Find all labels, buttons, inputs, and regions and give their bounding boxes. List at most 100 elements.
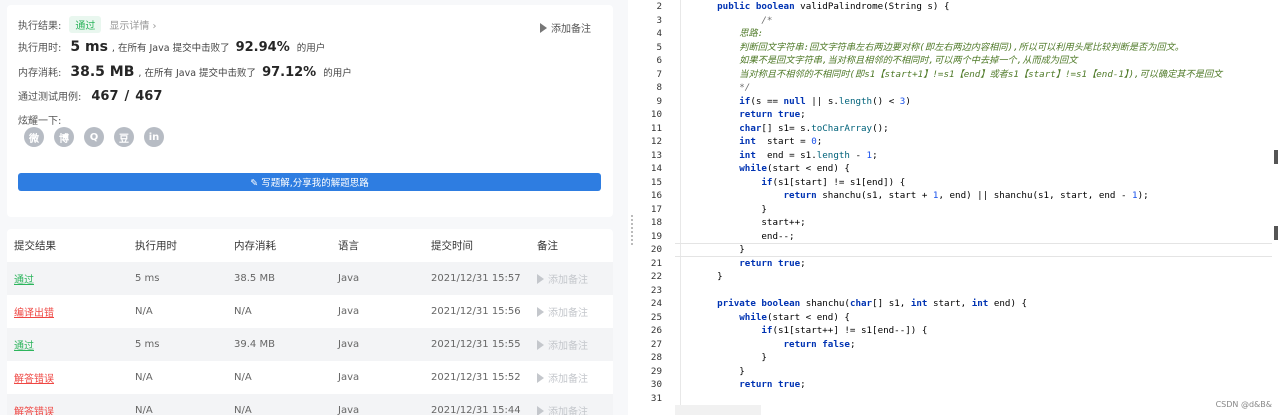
- submissions-table: 提交结果 执行用时 内存消耗 语言 提交时间 备注 通过 5 ms 38.5 M…: [7, 229, 613, 415]
- code-line[interactable]: 19 end--;: [638, 230, 1280, 244]
- add-note-button[interactable]: 添加备注: [540, 20, 591, 35]
- line-number: 17: [650, 203, 662, 215]
- code-line[interactable]: 23: [638, 284, 1280, 298]
- code-text: int start = 0;: [739, 136, 823, 147]
- pane-splitter[interactable]: [628, 0, 638, 415]
- row-memory: N/A: [234, 372, 252, 383]
- code-line[interactable]: 18 start++;: [638, 216, 1280, 230]
- code-line[interactable]: 6 如果不是回文字符串,当对称且相邻的不相同时,可以两个中去掉一个,从而成为回文: [638, 54, 1280, 68]
- submission-panel: 执行结果: 通过 显示详情 › 添加备注 执行用时: 5 ms , 在所有 Ja…: [0, 0, 622, 415]
- tests-passed: 467: [91, 89, 119, 104]
- qq-icon[interactable]: Q: [84, 127, 104, 147]
- code-text: return true;: [739, 257, 806, 269]
- memory-suffix: 的用户: [323, 68, 352, 79]
- code-line[interactable]: 17 }: [638, 203, 1280, 217]
- runtime-text: , 在所有 Java 提交中击败了: [111, 43, 230, 54]
- flag-icon: [537, 273, 544, 284]
- row-status[interactable]: 解答错误: [14, 370, 54, 385]
- show-details-link[interactable]: 显示详情 ›: [109, 17, 156, 32]
- code-line[interactable]: 20 }: [638, 243, 1280, 257]
- add-note-label: 添加备注: [551, 24, 591, 35]
- code-line[interactable]: 2 public boolean validPalindrome(String …: [638, 0, 1280, 14]
- code-text: if(s == null || s.length() < 3): [739, 95, 911, 107]
- line-number: 28: [650, 352, 662, 363]
- header-runtime: 执行用时: [135, 240, 177, 252]
- code-line[interactable]: 7 当对称且不相邻的不相同时(即s1【start+1】!=s1【end】或者s1…: [638, 68, 1280, 82]
- code-text: return false;: [783, 338, 856, 350]
- share-label: 炫耀一下:: [18, 116, 62, 127]
- line-number: 31: [650, 392, 662, 404]
- code-line[interactable]: 28 }: [638, 351, 1280, 365]
- code-line[interactable]: 22 }: [638, 270, 1280, 284]
- editor-scrollbar[interactable]: [1272, 0, 1280, 415]
- code-line[interactable]: 8 */: [638, 81, 1280, 95]
- linkedin-icon[interactable]: in: [144, 127, 164, 147]
- code-line[interactable]: 30 return true;: [638, 378, 1280, 392]
- header-note: 备注: [537, 240, 558, 252]
- line-number: 24: [650, 298, 662, 309]
- flag-icon: [537, 306, 544, 317]
- code-line[interactable]: 5 判断回文字符串:回文字符串左右两边要对称(即左右两边内容相同),所以可以利用…: [638, 41, 1280, 55]
- table-row: 通过 5 ms 38.5 MB Java 2021/12/31 15:57 添加…: [7, 262, 613, 295]
- table-row: 通过 5 ms 39.4 MB Java 2021/12/31 15:55 添加…: [7, 328, 613, 361]
- line-number: 21: [650, 257, 662, 269]
- code-line[interactable]: 27 return false;: [638, 338, 1280, 352]
- row-add-note-button[interactable]: 添加备注: [537, 370, 588, 385]
- code-line[interactable]: 25 while(start < end) {: [638, 311, 1280, 325]
- row-date: 2021/12/31 15:44: [431, 405, 521, 415]
- row-add-note-button[interactable]: 添加备注: [537, 271, 588, 286]
- code-text: start++;: [695, 217, 806, 228]
- status-row: 执行结果: 通过 显示详情 ›: [18, 16, 157, 33]
- code-text: }: [695, 365, 745, 377]
- row-add-note-button[interactable]: 添加备注: [537, 337, 588, 352]
- runtime-value: 5 ms: [70, 39, 108, 55]
- row-add-note-button[interactable]: 添加备注: [537, 403, 588, 415]
- row-add-note-button[interactable]: 添加备注: [537, 304, 588, 319]
- code-text: /*: [695, 14, 773, 26]
- memory-label: 内存消耗:: [18, 68, 62, 79]
- row-note-label: 添加备注: [548, 308, 588, 319]
- weibo-icon[interactable]: 博: [54, 127, 74, 147]
- line-number: 18: [650, 217, 662, 228]
- tests-total: 467: [135, 89, 163, 104]
- horizontal-scrollbar[interactable]: [675, 405, 761, 415]
- current-line-highlight: [675, 243, 1279, 257]
- code-line[interactable]: 12 int start = 0;: [638, 135, 1280, 149]
- code-line[interactable]: 11 char[] s1= s.toCharArray();: [638, 122, 1280, 136]
- code-line[interactable]: 21 return true;: [638, 257, 1280, 271]
- row-runtime: 5 ms: [135, 339, 160, 350]
- code-line[interactable]: 4 思路:: [638, 27, 1280, 41]
- row-status[interactable]: 通过: [14, 271, 34, 286]
- code-line[interactable]: 24 private boolean shanchu(char[] s1, in…: [638, 297, 1280, 311]
- code-line[interactable]: 31: [638, 392, 1280, 406]
- code-line[interactable]: 9 if(s == null || s.length() < 3): [638, 95, 1280, 109]
- code-text: }: [695, 352, 767, 363]
- header-result: 提交结果: [14, 240, 56, 252]
- code-line[interactable]: 29 }: [638, 365, 1280, 379]
- line-number: 12: [650, 136, 662, 147]
- wechat-icon[interactable]: 微: [24, 127, 44, 147]
- line-number: 25: [650, 311, 662, 323]
- row-status[interactable]: 通过: [14, 337, 34, 352]
- row-date: 2021/12/31 15:56: [431, 306, 521, 317]
- row-note-label: 添加备注: [548, 407, 588, 415]
- line-number: 26: [650, 325, 662, 336]
- code-line[interactable]: 16 return shanchu(s1, start + 1, end) ||…: [638, 189, 1280, 203]
- row-date: 2021/12/31 15:57: [431, 273, 521, 284]
- code-text: 如果不是回文字符串,当对称且相邻的不相同时,可以两个中去掉一个,从而成为回文: [695, 55, 1078, 66]
- code-line[interactable]: 10 return true;: [638, 108, 1280, 122]
- code-line[interactable]: 14 while(start < end) {: [638, 162, 1280, 176]
- share-label-row: 炫耀一下:: [18, 112, 61, 127]
- code-line[interactable]: 3 /*: [638, 14, 1280, 28]
- code-line[interactable]: 26 if(s1[start++] != s1[end--]) {: [638, 324, 1280, 338]
- code-line[interactable]: 15 if(s1[start] != s1[end]) {: [638, 176, 1280, 190]
- code-line[interactable]: 13 int end = s1.length - 1;: [638, 149, 1280, 163]
- write-solution-button[interactable]: ✎ 写题解,分享我的解题思路: [18, 173, 601, 191]
- code-editor[interactable]: 2 public boolean validPalindrome(String …: [638, 0, 1280, 415]
- row-status[interactable]: 解答错误: [14, 403, 54, 415]
- douban-icon[interactable]: 豆: [114, 127, 134, 147]
- line-number: 7: [656, 68, 662, 80]
- line-number: 11: [650, 122, 662, 134]
- row-status[interactable]: 编译出错: [14, 304, 54, 319]
- code-text: end--;: [695, 230, 795, 242]
